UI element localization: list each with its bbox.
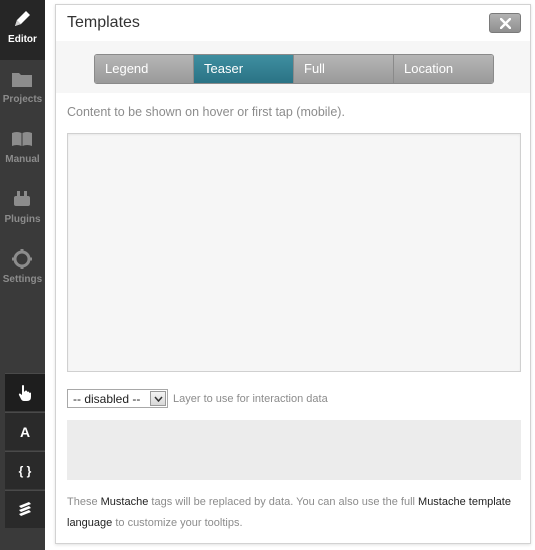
template-tabs: Legend Teaser Full Location (94, 54, 494, 84)
tab-teaser[interactable]: Teaser (194, 55, 294, 83)
sidebar-item-projects[interactable]: Projects (0, 60, 45, 120)
close-icon (500, 18, 511, 29)
tool-code[interactable]: { } (5, 451, 45, 489)
panel-title: Templates (67, 14, 140, 31)
panel-pointer (45, 386, 55, 402)
sidebar-item-settings[interactable]: Settings (0, 240, 45, 300)
layer-select-help: Layer to use for interaction data (173, 393, 328, 405)
sidebar-item-label: Editor (8, 34, 37, 45)
template-editor[interactable] (67, 133, 521, 372)
tool-layers[interactable] (5, 490, 45, 528)
tool-interaction[interactable] (5, 373, 45, 411)
book-icon (12, 132, 32, 146)
chevron-down-icon (154, 396, 163, 402)
tab-bar: Legend Teaser Full Location (56, 41, 530, 93)
layer-select[interactable]: -- disabled -- (67, 389, 168, 408)
plug-icon (14, 191, 30, 206)
gear-icon (12, 249, 32, 269)
footnote-text: These (67, 496, 101, 508)
dropdown-button[interactable] (150, 391, 166, 406)
braces-icon: { } (18, 464, 32, 478)
footnote: These Mustache tags will be replaced by … (67, 492, 517, 534)
hand-pointer-icon (18, 385, 31, 401)
close-button[interactable] (489, 13, 521, 33)
sidebar-item-label: Settings (2, 274, 43, 285)
sidebar-item-manual[interactable]: Manual (0, 120, 45, 180)
text-icon: A (19, 424, 31, 440)
layer-select-value: -- disabled -- (73, 392, 141, 406)
templates-panel: Templates Legend Teaser Full Location Co… (55, 4, 531, 544)
pencil-icon (15, 11, 30, 26)
interaction-data-preview (67, 420, 521, 480)
tab-legend[interactable]: Legend (95, 55, 194, 83)
folder-icon (12, 73, 32, 87)
tab-location[interactable]: Location (394, 55, 493, 83)
template-hint: Content to be shown on hover or first ta… (67, 105, 345, 119)
footnote-text: tags will be replaced by data. You can a… (148, 496, 419, 508)
sidebar-item-label: Plugins (4, 214, 41, 225)
mustache-link[interactable]: Mustache (101, 496, 149, 508)
tab-full[interactable]: Full (294, 55, 394, 83)
layers-icon (19, 502, 31, 516)
tool-text[interactable]: A (5, 412, 45, 450)
sidebar-item-plugins[interactable]: Plugins (0, 180, 45, 240)
app-sidebar: Editor Projects Manual Plugins Settings (0, 0, 45, 550)
sidebar-item-label: Projects (2, 94, 43, 105)
footnote-text: to customize your tooltips. (112, 517, 243, 529)
sidebar-item-editor[interactable]: Editor (0, 0, 45, 60)
sidebar-item-label: Manual (5, 154, 40, 165)
